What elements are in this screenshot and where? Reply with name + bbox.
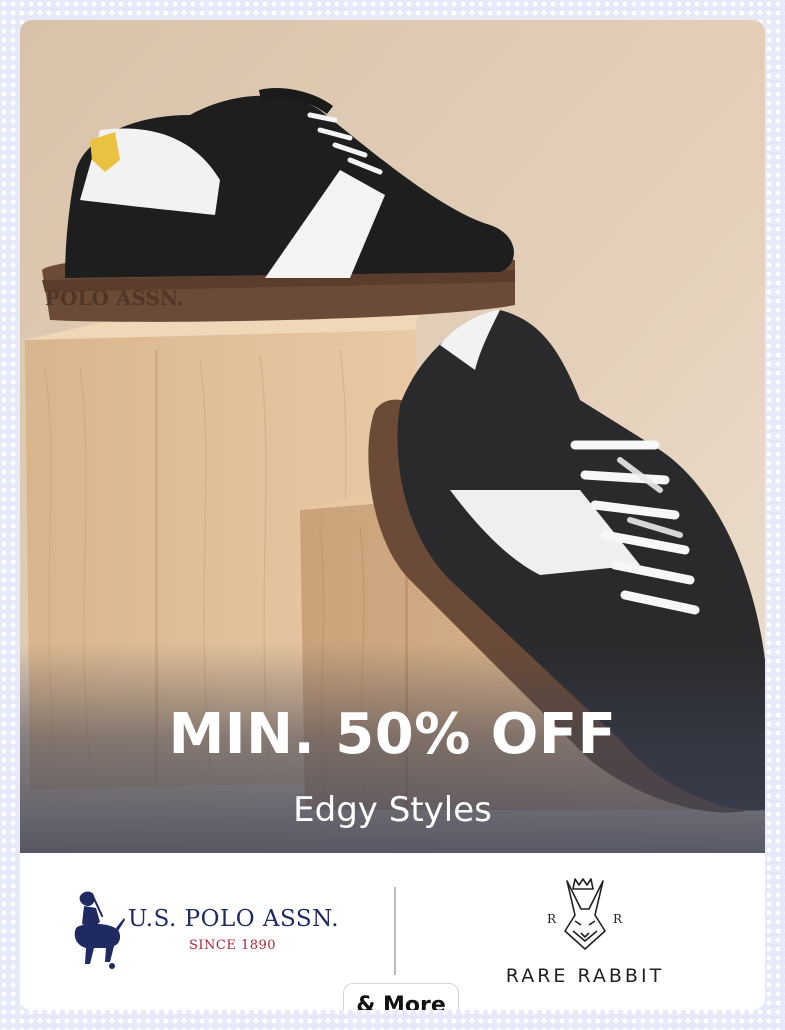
promo-banner[interactable]: POLO ASSN. USPA MIN. 50% OFF Edgy Styles [20,20,765,853]
polo-player-icon [74,891,125,969]
more-brands-button[interactable]: & More [343,983,459,1010]
banner-subheadline: Edgy Styles [293,790,492,830]
svg-text:R: R [547,912,557,926]
rabbit-head-icon: R R [547,878,623,950]
brand-name-rare-rabbit: RARE RABBIT [505,965,665,987]
brand-divider [394,887,396,975]
discount-headline: MIN. 50% OFF [168,702,617,767]
promo-card[interactable]: POLO ASSN. USPA MIN. 50% OFF Edgy Styles… [20,20,765,1010]
svg-text:POLO ASSN.: POLO ASSN. [45,286,184,310]
brand-logo-us-polo-assn[interactable]: U.S. POLO ASSN. SINCE 1890 [70,888,360,978]
brand-tagline-uspa: SINCE 1890 [189,938,277,953]
brand-logo-rare-rabbit[interactable]: R R RARE RABBIT [490,875,680,995]
brand-name-uspa: U.S. POLO ASSN. [128,906,340,932]
svg-text:R: R [613,912,623,926]
